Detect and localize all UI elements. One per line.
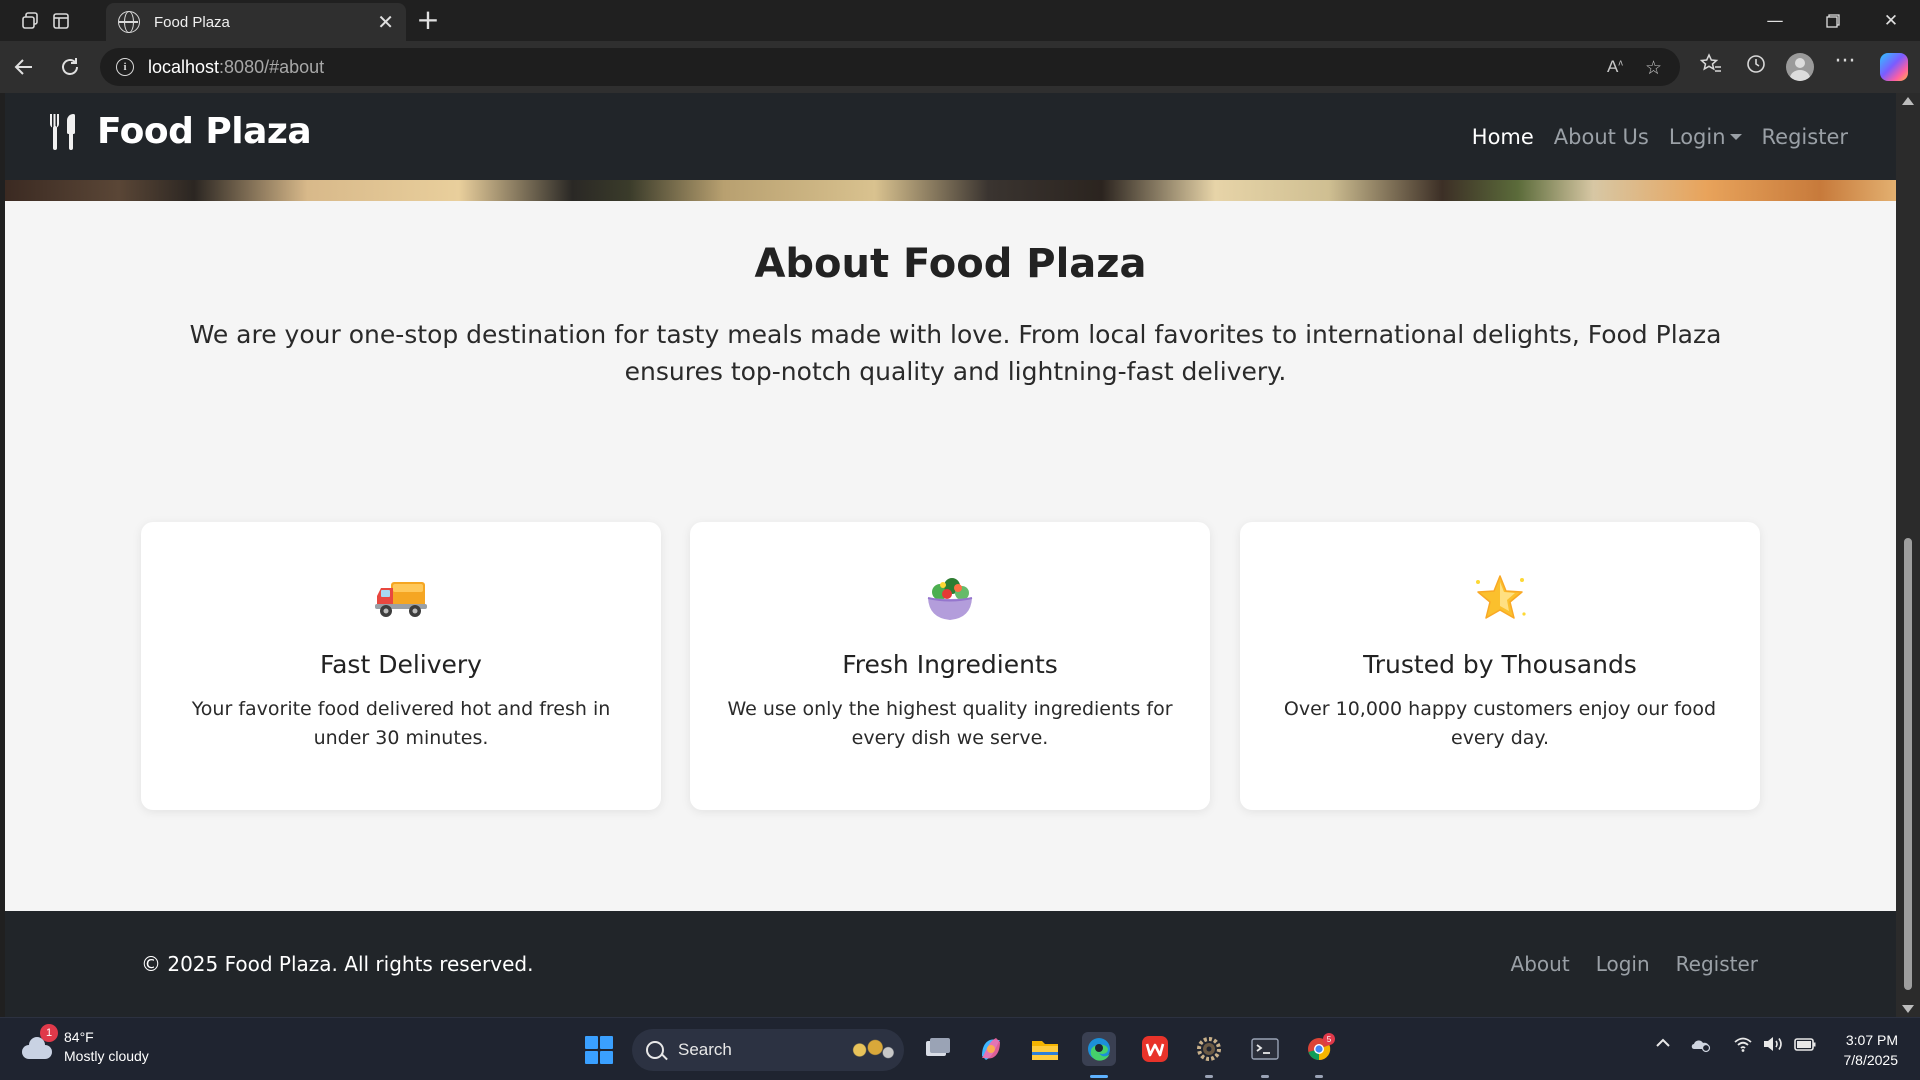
about-description: We are your one-stop destination for tas…	[189, 320, 1722, 386]
card-text: Your favorite food delivered hot and fre…	[191, 698, 611, 749]
scroll-down-icon[interactable]	[1902, 1005, 1914, 1013]
footer-about-link[interactable]: About	[1511, 952, 1570, 976]
site-footer: © 2025 Food Plaza. All rights reserved. …	[5, 911, 1896, 1017]
card-text: Over 10,000 happy customers enjoy our fo…	[1283, 698, 1717, 749]
nav-about-link[interactable]: About Us	[1544, 119, 1659, 155]
scrollbar-thumb[interactable]	[1904, 538, 1912, 990]
copyright-text: © 2025 Food Plaza. All rights reserved.	[141, 952, 534, 976]
clock-date: 7/8/2025	[1843, 1052, 1899, 1068]
site-info-icon[interactable]: i	[116, 58, 134, 76]
tab-title: Food Plaza	[154, 13, 230, 31]
nav-home-link[interactable]: Home	[1462, 119, 1544, 155]
footer-links: About Login Register	[1511, 952, 1758, 976]
profile-avatar-icon[interactable]	[1786, 53, 1814, 81]
task-view-icon[interactable]	[920, 1032, 954, 1066]
active-app-indicator	[1090, 1075, 1108, 1078]
utensils-icon	[45, 112, 81, 152]
favorites-icon[interactable]	[1696, 53, 1726, 80]
footer-register-link[interactable]: Register	[1676, 952, 1758, 976]
footer-login-link[interactable]: Login	[1596, 952, 1650, 976]
card-title: Fresh Ingredients	[842, 650, 1058, 679]
page-viewport: Food Plaza Home About Us Login Register …	[5, 93, 1896, 1017]
card-title: Trusted by Thousands	[1363, 650, 1637, 679]
page-scrollbar[interactable]	[1896, 93, 1920, 1017]
chrome-icon[interactable]: 5	[1302, 1032, 1336, 1066]
nav-login-dropdown[interactable]: Login	[1659, 119, 1752, 155]
read-aloud-icon[interactable]: Aʌ	[1607, 57, 1623, 77]
search-highlight-icon	[844, 1037, 896, 1063]
browser-tab[interactable]: Food Plaza ✕	[106, 3, 406, 41]
terminal-icon[interactable]	[1248, 1032, 1282, 1066]
search-icon	[646, 1041, 664, 1059]
settings-gear-icon[interactable]	[1192, 1032, 1226, 1066]
volume-icon[interactable]	[1762, 1035, 1784, 1058]
weather-condition: Mostly cloudy	[64, 1048, 149, 1064]
caret-down-icon	[1729, 134, 1742, 140]
weather-badge: 1	[40, 1024, 58, 1042]
scroll-up-icon[interactable]	[1902, 97, 1914, 105]
onedrive-icon[interactable]	[1690, 1035, 1712, 1058]
clock-time: 3:07 PM	[1845, 1032, 1898, 1048]
running-app-indicator	[1205, 1075, 1213, 1078]
system-clock[interactable]: 3:07 PM 7/8/2025	[1832, 1030, 1899, 1070]
salad-bowl-icon	[690, 570, 1210, 626]
vertical-tabs-icon[interactable]	[46, 6, 76, 36]
restore-button[interactable]	[1804, 0, 1862, 41]
nav-login-label: Login	[1668, 125, 1726, 149]
url-bar[interactable]: i localhost:8080/#about Aʌ ☆	[100, 48, 1680, 86]
close-window-button[interactable]: ✕	[1862, 0, 1920, 41]
taskbar-search[interactable]: Search	[632, 1029, 904, 1071]
card-title: Fast Delivery	[320, 650, 482, 679]
windows-taskbar: 1 84°F Mostly cloudy Search 5 3:07 PM 7/…	[0, 1017, 1920, 1080]
feature-card-fast-delivery: Fast Delivery Your favorite food deliver…	[141, 522, 661, 810]
search-label: Search	[678, 1040, 732, 1059]
close-tab-icon[interactable]: ✕	[377, 10, 394, 34]
browser-tab-bar: Food Plaza ✕ + — ✕	[0, 0, 1920, 41]
start-button[interactable]	[585, 1036, 613, 1064]
feature-card-trusted: Trusted by Thousands Over 10,000 happy c…	[1240, 522, 1760, 810]
minimize-button[interactable]: —	[1746, 0, 1804, 41]
feature-card-fresh-ingredients: Fresh Ingredients We use only the highes…	[690, 522, 1210, 810]
more-options-icon[interactable]: ···	[1830, 49, 1860, 74]
brand-link[interactable]: Food Plaza	[45, 111, 312, 152]
new-tab-button[interactable]: +	[413, 5, 443, 35]
url-path: :8080/#about	[219, 56, 325, 77]
brand-name: Food Plaza	[97, 111, 312, 152]
chrome-badge: 5	[1327, 1035, 1332, 1044]
weather-widget[interactable]: 1 84°F Mostly cloudy	[20, 1024, 149, 1066]
edge-browser-icon[interactable]	[1082, 1032, 1116, 1066]
url-host: localhost	[148, 56, 220, 77]
file-explorer-icon[interactable]	[1028, 1032, 1062, 1066]
wifi-icon[interactable]	[1733, 1035, 1753, 1058]
chevron-up-icon[interactable]	[1654, 1034, 1672, 1057]
star-icon	[1240, 570, 1760, 626]
favorite-star-icon[interactable]: ☆	[1645, 57, 1662, 79]
workspaces-icon[interactable]	[15, 6, 45, 36]
copilot-icon[interactable]	[1880, 53, 1908, 81]
nav-register-link[interactable]: Register	[1752, 119, 1858, 155]
wps-office-icon[interactable]	[1138, 1032, 1172, 1066]
globe-icon	[118, 11, 140, 33]
history-icon[interactable]	[1741, 53, 1771, 80]
copilot-app-icon[interactable]	[974, 1032, 1008, 1066]
nav-links: Home About Us Login Register	[1462, 119, 1858, 155]
back-icon[interactable]	[8, 51, 40, 83]
address-bar-row: i localhost:8080/#about Aʌ ☆ ···	[0, 41, 1920, 93]
about-title: About Food Plaza	[754, 241, 1147, 287]
card-text: We use only the highest quality ingredie…	[727, 698, 1173, 749]
delivery-truck-icon	[141, 570, 661, 626]
running-app-indicator	[1315, 1075, 1323, 1078]
running-app-indicator	[1261, 1075, 1269, 1078]
site-navbar: Food Plaza Home About Us Login Register	[5, 93, 1896, 180]
hero-image-strip	[5, 180, 1896, 201]
weather-temperature: 84°F	[64, 1029, 94, 1045]
refresh-icon[interactable]	[54, 51, 86, 83]
battery-icon[interactable]	[1793, 1035, 1817, 1058]
